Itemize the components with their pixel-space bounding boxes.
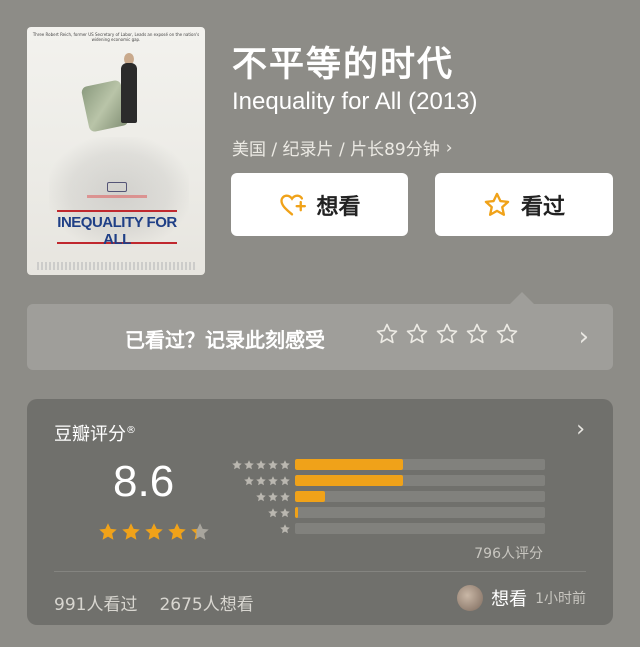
seen-button[interactable]: 看过 bbox=[435, 173, 613, 236]
want-label: 想看 bbox=[316, 194, 361, 220]
small-star-icon bbox=[268, 492, 278, 502]
seen-label: 看过 bbox=[520, 194, 565, 220]
movie-poster[interactable]: Three Robert Reich, former US Secretary … bbox=[27, 27, 205, 275]
seen-count[interactable]: 991人看过 bbox=[54, 590, 137, 615]
small-star-icon bbox=[232, 460, 242, 470]
movie-meta-text: 美国 / 纪录片 / 片长89分钟 bbox=[232, 140, 440, 160]
small-star-icon bbox=[280, 492, 290, 502]
distribution-stars bbox=[255, 491, 291, 503]
poster-tagline-mid bbox=[87, 195, 147, 198]
empty-star-icon[interactable] bbox=[375, 322, 399, 346]
vote-count: 796人评分 bbox=[474, 546, 543, 562]
distribution-stars bbox=[231, 459, 291, 471]
small-star-icon bbox=[244, 460, 254, 470]
distribution-row-4-star bbox=[223, 475, 545, 487]
distribution-stars bbox=[267, 507, 291, 519]
small-star-icon bbox=[280, 508, 290, 518]
score-stars bbox=[97, 521, 211, 543]
distribution-row-5-star bbox=[223, 459, 545, 471]
distribution-track bbox=[295, 507, 545, 518]
small-star-icon bbox=[244, 476, 254, 486]
small-star-icon bbox=[256, 492, 266, 502]
rate-stars[interactable] bbox=[375, 322, 519, 346]
rating-star-icon bbox=[122, 523, 140, 540]
star-icon bbox=[484, 192, 510, 216]
poster-festival-logo bbox=[107, 182, 127, 192]
movie-meta[interactable]: 美国 / 纪录片 / 片长89分钟 › bbox=[232, 135, 453, 161]
rating-star-icon bbox=[168, 523, 186, 540]
small-star-icon bbox=[256, 476, 266, 486]
distribution-bar bbox=[295, 459, 403, 470]
small-star-icon bbox=[268, 508, 278, 518]
distribution-track bbox=[295, 475, 545, 486]
activity-action: 想看 bbox=[491, 589, 528, 610]
distribution-row-1-star bbox=[223, 523, 545, 535]
distribution-stars bbox=[279, 523, 291, 535]
distribution-bar bbox=[295, 491, 325, 502]
movie-title-cn: 不平等的时代 bbox=[232, 45, 455, 85]
recent-activity[interactable]: 想看 1小时前 bbox=[457, 585, 586, 611]
poster-title: INEQUALITY FOR ALL bbox=[57, 214, 177, 248]
poster-credits bbox=[37, 262, 195, 270]
small-star-icon bbox=[280, 476, 290, 486]
poster-tagline: Three Robert Reich, former US Secretary … bbox=[32, 32, 200, 42]
registered-mark: ® bbox=[126, 425, 136, 436]
chevron-right-icon: › bbox=[445, 137, 453, 158]
small-star-icon bbox=[280, 524, 290, 534]
distribution-track bbox=[295, 459, 545, 470]
distribution-track bbox=[295, 491, 545, 502]
rating-star-icon bbox=[145, 523, 163, 540]
heart-plus-icon bbox=[280, 193, 307, 215]
record-prompt: 已看过？记录此刻感受 bbox=[125, 328, 325, 352]
record-feeling-bar[interactable]: 已看过？记录此刻感受 › bbox=[27, 304, 613, 370]
divider bbox=[54, 571, 586, 572]
want-to-watch-button[interactable]: 想看 bbox=[231, 173, 408, 236]
empty-star-icon[interactable] bbox=[405, 322, 429, 346]
distribution-track bbox=[295, 523, 545, 534]
empty-star-icon[interactable] bbox=[495, 322, 519, 346]
rating-star-icon bbox=[191, 523, 209, 540]
douban-rating-card[interactable]: 豆瓣评分® › 8.6 796人评分 991人看过 2675人想看 想看 1小时… bbox=[27, 399, 613, 625]
chevron-right-icon: › bbox=[576, 417, 585, 442]
distribution-stars bbox=[243, 475, 291, 487]
rating-score: 8.6 bbox=[113, 457, 175, 506]
poster-figure-body bbox=[121, 63, 137, 123]
rating-label: 豆瓣评分® bbox=[54, 420, 136, 446]
distribution-bar bbox=[295, 507, 298, 518]
movie-title-en: Inequality for All (2013) bbox=[232, 88, 478, 115]
distribution-row-2-star bbox=[223, 507, 545, 519]
small-star-icon bbox=[256, 460, 266, 470]
small-star-icon bbox=[268, 476, 278, 486]
chevron-right-icon: › bbox=[578, 322, 589, 352]
empty-star-icon[interactable] bbox=[465, 322, 489, 346]
rating-star-icon bbox=[99, 523, 117, 540]
small-star-icon bbox=[280, 460, 290, 470]
record-pointer bbox=[510, 292, 534, 304]
avatar bbox=[457, 585, 484, 611]
rating-label-text: 豆瓣评分 bbox=[54, 424, 126, 445]
empty-star-icon[interactable] bbox=[435, 322, 459, 346]
distribution-row-3-star bbox=[223, 491, 545, 503]
small-star-icon bbox=[268, 460, 278, 470]
watch-stats: 991人看过 2675人想看 bbox=[54, 590, 254, 615]
activity-time: 1小时前 bbox=[535, 591, 586, 607]
distribution-bar bbox=[295, 475, 403, 486]
want-count[interactable]: 2675人想看 bbox=[159, 590, 253, 615]
